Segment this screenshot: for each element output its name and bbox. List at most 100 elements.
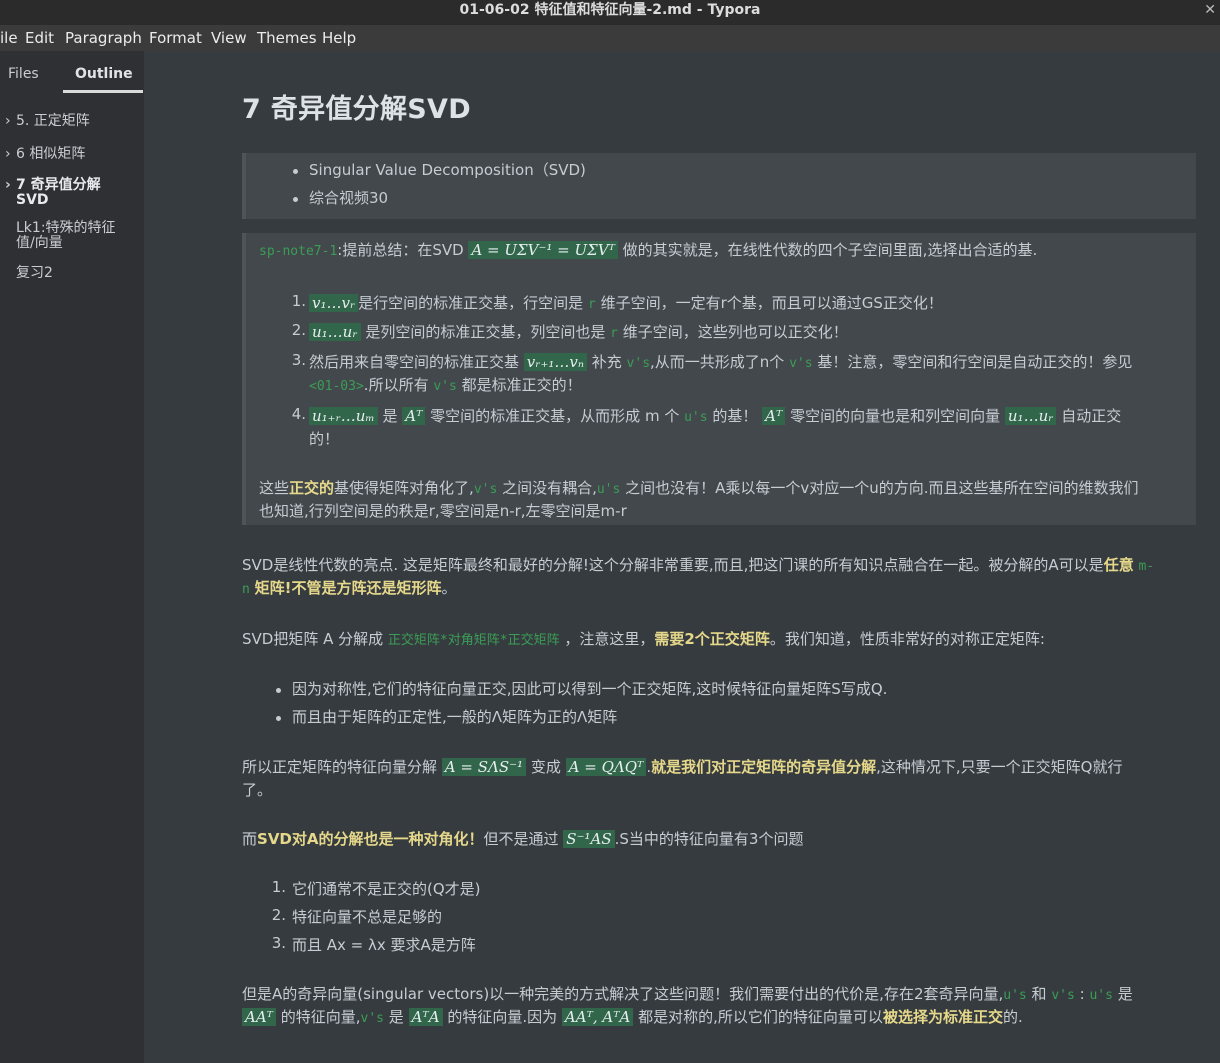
- chevron-right-icon[interactable]: ›: [5, 147, 11, 162]
- text: 是列空间的标准正交基，列空间也是: [365, 323, 606, 341]
- tab-files[interactable]: Files: [8, 66, 39, 82]
- text: 维子空间，这些列也可以正交化！: [622, 323, 848, 341]
- text: 这些: [259, 479, 290, 497]
- bold-text: 正交的: [289, 479, 335, 497]
- text: 的特征向量,: [280, 1008, 361, 1026]
- list-item: 因为对称性,它们的特征向量正交,因此可以得到一个正交矩阵,这时候特征向量矩阵S写…: [292, 680, 888, 698]
- math: A = QΛQᵀ: [565, 758, 647, 776]
- list-item: u₁₊ᵣ…uₘ 是 Aᵀ 零空间的标准正交基，从而形成 m 个 u's 的基！ …: [309, 405, 1121, 426]
- paragraph-continued: n 矩阵!不管是方阵还是矩形阵。: [242, 577, 456, 598]
- outline-item-label: 6 相似矩阵: [16, 146, 86, 162]
- inline-code: v's: [626, 356, 651, 371]
- note-outro-continued: 也知道,行列空间是的秩是r,零空间是n-r,左零空间是m-r: [259, 502, 627, 520]
- text: 都是对称的,所以它们的特征向量可以: [638, 1008, 883, 1026]
- text: 而: [242, 830, 258, 848]
- text: .S当中的特征向量有3个问题: [614, 830, 804, 848]
- math: A = SΛS⁻¹: [441, 758, 527, 776]
- inline-code: n: [242, 582, 250, 597]
- outline-item-label: SVD: [16, 192, 49, 208]
- inline-code: u's: [596, 482, 621, 497]
- outline-item-similar-matrices[interactable]: › 6 相似矩阵: [5, 146, 86, 162]
- menu-view[interactable]: View: [211, 25, 247, 52]
- math: u₁…uᵣ: [1004, 407, 1057, 425]
- bold-text: 被选择为标准正交: [882, 1008, 1003, 1026]
- chevron-right-icon[interactable]: ›: [5, 178, 11, 193]
- menu-help[interactable]: Help: [322, 25, 356, 52]
- menu-paragraph[interactable]: Paragraph: [65, 25, 142, 52]
- text: 是: [1117, 985, 1133, 1003]
- menu-format[interactable]: Format: [149, 25, 202, 52]
- text: SVD把矩阵 A 分解成: [242, 630, 384, 648]
- list-item: v₁…vᵣ 是行空间的标准正交基，行空间是 r 维子空间，一定有r个基，而且可以通…: [309, 292, 943, 313]
- bullet-dot: [293, 197, 298, 202]
- blockquote-svd-intro: Singular Value Decomposition（SVD) 综合视频30: [242, 153, 1196, 219]
- heading-svd: 7 奇异值分解SVD: [242, 94, 471, 125]
- text: 零空间的标准正交基，从而形成 m 个: [430, 407, 680, 425]
- close-icon[interactable]: ✕: [1204, 0, 1216, 20]
- outline-item-label: 5. 正定矩阵: [16, 113, 90, 129]
- text: .所以所有: [363, 376, 429, 394]
- text: 所以正定矩阵的特征向量分解: [242, 758, 438, 776]
- outline-item-positive-definite[interactable]: › 5. 正定矩阵: [5, 113, 90, 129]
- text: SVD是线性代数的亮点. 这是矩阵最终和最好的分解!这个分解非常重要,而且,把这…: [242, 556, 1104, 574]
- chevron-right-icon[interactable]: ›: [5, 114, 11, 129]
- outline-item-review2[interactable]: 复习2: [16, 266, 53, 281]
- text: 维子空间，一定有r个基，而且可以通过GS正交化！: [600, 294, 943, 312]
- text: 然后用来自零空间的标准正交基: [309, 353, 520, 371]
- text: 但是A的奇异向量(singular vectors)以一种完美的方式解决了这些问…: [242, 985, 1004, 1003]
- bold-text: 就是我们对正定矩阵的奇异值分解: [651, 758, 877, 776]
- paragraph: 所以正定矩阵的特征向量分解 A = SΛS⁻¹ 变成 A = QΛQᵀ .就是我们…: [242, 756, 1122, 777]
- list-number: 3.: [271, 934, 286, 952]
- outline-item-label: 7 奇异值分解: [16, 177, 101, 193]
- text: 和: [1031, 985, 1047, 1003]
- list-item: 而且 Ax = λx 要求A是方阵: [292, 936, 476, 954]
- inline-code: v's: [473, 482, 498, 497]
- text: 的特征向量.因为: [447, 1008, 558, 1026]
- text: 变成: [530, 758, 561, 776]
- math: u₁…uᵣ: [309, 323, 361, 341]
- text: 之间没有耦合,: [502, 479, 597, 497]
- list-number: 4.: [291, 405, 306, 423]
- inline-code: v's: [360, 1011, 385, 1026]
- text: 之间也没有！A乘以每一个v对应一个u的方向.而且这些基所在空间的维数我们: [625, 479, 1139, 497]
- text: 基！注意，零空间和行空间是自动正交的！参见: [817, 353, 1133, 371]
- tab-outline[interactable]: Outline: [75, 66, 133, 82]
- text: ,这种情况下,只要一个正交矩阵Q就行: [876, 758, 1123, 776]
- bullet-dot: [293, 169, 298, 174]
- bullet-dot: [276, 716, 281, 721]
- menu-file[interactable]: ile: [0, 25, 18, 52]
- bold-text: 需要2个正交矩阵: [654, 630, 770, 648]
- math: S⁻¹AS: [563, 830, 615, 848]
- text: 做的其实就是，在线性代数的四个子空间里面,选择出合适的基.: [622, 241, 1038, 259]
- sidebar: Files Outline › 5. 正定矩阵 › 6 相似矩阵 › 7 奇异值…: [0, 51, 144, 1063]
- text: 是: [382, 407, 398, 425]
- math: AAᵀ: [242, 1008, 276, 1026]
- list-item-continued: 的！: [309, 430, 340, 448]
- inline-code: 正交矩阵*对角矩阵*正交矩阵: [387, 633, 560, 648]
- list-number: 3.: [291, 351, 306, 369]
- menu-edit[interactable]: Edit: [25, 25, 54, 52]
- list-number: 1.: [271, 878, 286, 896]
- text: ,从而一共形成了n个: [650, 353, 785, 371]
- paragraph-continued: 了。: [242, 781, 273, 799]
- note-outro: 这些正交的基使得矩阵对角化了,v's 之间没有耦合,u's 之间也没有！A乘以每…: [259, 477, 1139, 498]
- text: 。: [441, 579, 457, 597]
- inline-code: v's: [789, 356, 813, 371]
- math: Aᵀ: [762, 407, 786, 425]
- editor-content[interactable]: 7 奇异值分解SVD Singular Value Decomposition（…: [144, 51, 1220, 1063]
- outline-item-lk1[interactable]: Lk1:特殊的特征 值/向量: [16, 221, 116, 251]
- inline-code: <01-03>: [309, 379, 364, 394]
- bullet-dot: [276, 688, 281, 693]
- outline-item-svd[interactable]: › 7 奇异值分解 SVD: [5, 177, 101, 208]
- outline-item-label: 复习2: [16, 265, 53, 281]
- note-block: sp-note7-1:提前总结：在SVD A = UΣV⁻¹ = UΣVᵀ 做的…: [242, 233, 1196, 525]
- bold-text: SVD对A的分解也是一种对角化！: [257, 830, 484, 848]
- outline-item-label: 值/向量: [16, 235, 63, 251]
- bold-text: 矩阵!不管是方阵还是矩形阵: [254, 579, 442, 597]
- inline-code: m-: [1138, 559, 1155, 574]
- list-number: 2.: [291, 321, 306, 339]
- math: AAᵀ, AᵀA: [561, 1008, 634, 1026]
- menu-themes[interactable]: Themes: [257, 25, 317, 52]
- text: 自动正交: [1061, 407, 1122, 425]
- list-item: 而且由于矩阵的正定性,一般的Λ矩阵为正的Λ矩阵: [292, 708, 618, 726]
